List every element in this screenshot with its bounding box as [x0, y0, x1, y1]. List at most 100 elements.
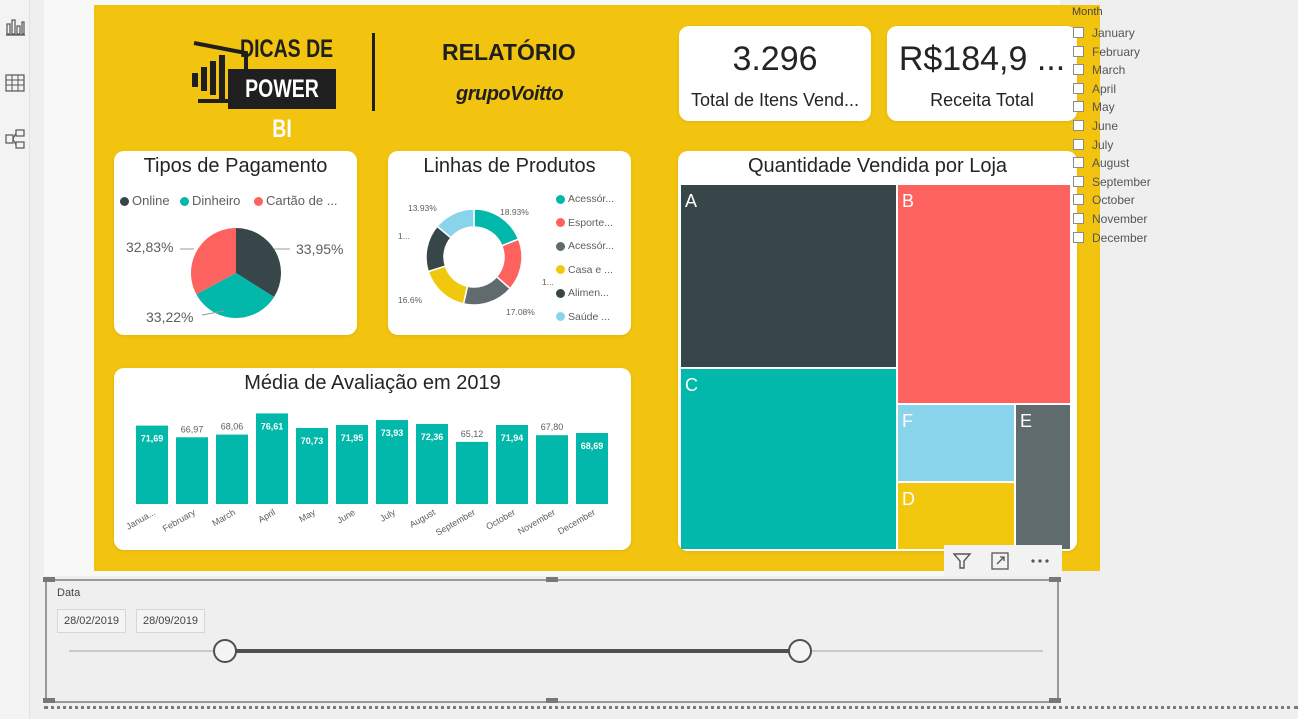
x-axis-tick-label: September — [434, 507, 477, 538]
checkbox[interactable] — [1073, 194, 1084, 206]
resize-handle[interactable] — [1049, 577, 1061, 582]
kpi-label: Total de Itens Vend... — [690, 90, 860, 110]
pie-data-label: 33,95% — [296, 241, 344, 257]
bar-8[interactable] — [456, 441, 488, 504]
treemap-tile-a[interactable]: A — [681, 185, 896, 367]
month-item-july[interactable]: July — [1073, 138, 1113, 156]
store-treemap-card[interactable]: Quantidade Vendida por Loja A B C F E D — [678, 151, 1077, 551]
focus-mode-icon[interactable] — [988, 549, 1012, 573]
x-axis-tick-label: November — [516, 507, 557, 536]
start-date-input[interactable]: 28/02/2019 — [57, 609, 127, 633]
month-item-august[interactable]: August — [1073, 156, 1129, 174]
month-item-october[interactable]: October — [1073, 193, 1135, 211]
month-slicer-title: Month — [1072, 6, 1103, 18]
resize-handle[interactable] — [43, 577, 55, 582]
product-lines-card[interactable]: Linhas de Produtos 18.93% 1... 17.08% 16… — [388, 151, 631, 335]
resize-handle[interactable] — [546, 698, 558, 703]
month-item-december[interactable]: December — [1073, 231, 1147, 249]
month-item-january[interactable]: January — [1073, 26, 1135, 44]
legend-label: Acessór... — [568, 193, 615, 205]
checkbox[interactable] — [1073, 82, 1084, 94]
x-axis-tick-label: July — [378, 507, 397, 524]
month-item-june[interactable]: June — [1073, 119, 1118, 137]
month-item-february[interactable]: February — [1073, 45, 1140, 63]
x-axis-tick-label: April — [256, 507, 277, 525]
more-options-icon[interactable] — [1028, 549, 1052, 573]
bar-data-label: 72,36 — [421, 432, 444, 442]
payment-types-card[interactable]: Tipos de Pagamento Online Dinheiro Cartã… — [114, 151, 357, 335]
month-label: December — [1092, 230, 1148, 245]
pie-data-label: 32,83% — [126, 239, 174, 255]
treemap-tile-e[interactable]: E — [1016, 405, 1070, 549]
legend-item[interactable]: Saúde ... — [556, 311, 610, 323]
bar-1[interactable] — [176, 437, 208, 504]
checkbox[interactable] — [1073, 64, 1084, 76]
report-title: RELATÓRIO — [442, 39, 576, 65]
treemap-title: Quantidade Vendida por Loja — [747, 155, 1008, 177]
product-donut-chart[interactable] — [424, 207, 524, 307]
treemap-tile-c[interactable]: C — [681, 369, 896, 549]
kpi-label: Receita Total — [930, 90, 1034, 110]
bar-data-label: 71,69 — [141, 434, 164, 444]
resize-handle[interactable] — [546, 577, 558, 582]
treemap-tile-d[interactable]: D — [898, 483, 1014, 549]
resize-handle[interactable] — [43, 698, 55, 703]
bar-data-label: 73,93 — [381, 428, 404, 438]
checkbox[interactable] — [1073, 101, 1084, 113]
donut-data-label: 16.6% — [398, 295, 423, 305]
ratings-bar-chart[interactable]: 71,69 Janua... 66,97 February 68,06 March 76,6… — [114, 368, 631, 550]
month-label: January — [1092, 26, 1135, 40]
product-chart-title: Linhas de Produtos — [423, 155, 596, 177]
checkbox[interactable] — [1073, 157, 1084, 169]
month-item-may[interactable]: May — [1073, 100, 1115, 118]
checkbox[interactable] — [1073, 175, 1084, 187]
month-item-april[interactable]: April — [1073, 82, 1116, 100]
treemap-tile-b[interactable]: B — [898, 185, 1070, 403]
slider-end-handle[interactable] — [787, 639, 812, 663]
checkbox[interactable] — [1073, 27, 1084, 38]
treemap-tile-label: D — [902, 489, 915, 509]
treemap-tile-f[interactable]: F — [898, 405, 1014, 481]
donut-slice[interactable] — [427, 265, 469, 305]
kpi-value: 3.296 — [732, 40, 818, 78]
legend-item[interactable]: Casa e ... — [556, 264, 613, 276]
month-item-march[interactable]: March — [1073, 63, 1125, 81]
report-view-icon[interactable] — [4, 16, 26, 38]
end-date-input[interactable]: 28/09/2019 — [136, 609, 206, 633]
bar-data-label: 68,69 — [581, 441, 604, 451]
legend-item[interactable]: Acessór... — [556, 240, 614, 252]
checkbox[interactable] — [1073, 45, 1084, 57]
bar-10[interactable] — [536, 435, 568, 504]
treemap-tile-label: C — [685, 375, 698, 395]
legend-item[interactable]: Esporte... — [556, 217, 613, 229]
x-axis-tick-label: August — [408, 507, 438, 530]
month-item-november[interactable]: November — [1073, 212, 1147, 230]
model-view-icon[interactable] — [4, 128, 26, 150]
legend-item[interactable]: Acessór... — [556, 193, 614, 205]
logo-divider — [372, 33, 375, 111]
checkbox[interactable] — [1073, 138, 1084, 150]
slider-start-handle[interactable] — [212, 639, 237, 663]
filter-icon[interactable] — [950, 549, 974, 573]
checkbox[interactable] — [1073, 213, 1084, 224]
month-label: March — [1092, 63, 1126, 78]
x-axis-tick-label: December — [556, 507, 597, 536]
treemap-tile-label: A — [685, 191, 698, 211]
kpi-card-revenue[interactable]: R$184,9 ... Receita Total — [887, 26, 1077, 121]
checkbox[interactable] — [1073, 231, 1084, 243]
kpi-card-total-items[interactable]: 3.296 Total de Itens Vend... — [679, 26, 871, 121]
legend-swatch — [556, 288, 565, 298]
kpi-value: R$184,9 ... — [898, 40, 1066, 78]
ratings-card[interactable]: Média de Avaliação em 2019 71,69 Janua...… — [114, 368, 631, 550]
legend-label: Acessór... — [568, 240, 615, 252]
bar-2[interactable] — [216, 434, 248, 504]
legend-item[interactable]: Alimen... — [556, 287, 609, 299]
legend-swatch — [556, 312, 565, 322]
date-slicer[interactable]: Data 28/02/2019 28/09/2019 — [43, 577, 1061, 703]
bar-data-label: 67,80 — [541, 422, 564, 432]
data-view-icon[interactable] — [4, 72, 26, 94]
month-item-september[interactable]: September — [1073, 175, 1151, 193]
checkbox[interactable] — [1073, 120, 1084, 131]
treemap-tile-label: F — [902, 411, 913, 431]
resize-handle[interactable] — [1049, 698, 1061, 703]
